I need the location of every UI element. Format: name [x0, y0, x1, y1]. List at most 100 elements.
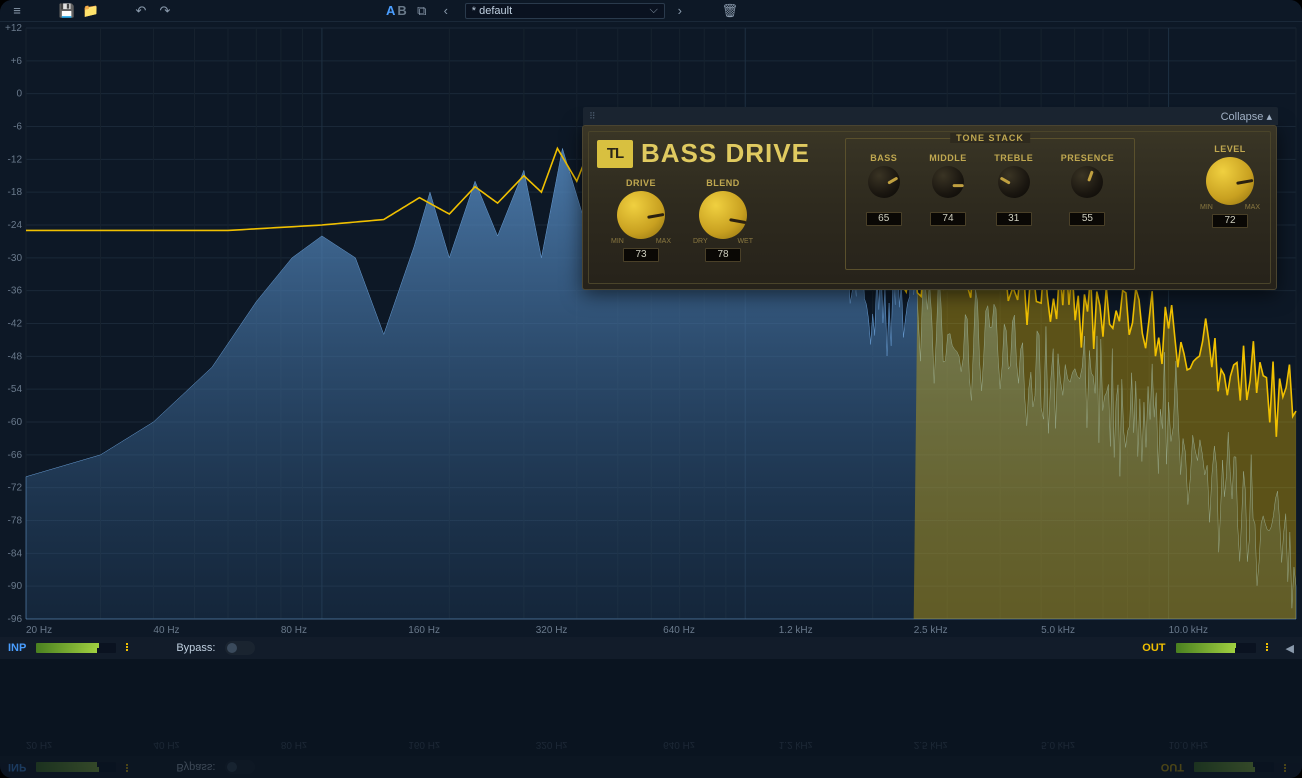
ab-compare[interactable]: A B [386, 3, 407, 18]
plugin-window: ≡ 💾 📁 ↶ ↷ A B ⧉ ‹ * default ⌵ › 🗑 Input … [0, 0, 1302, 778]
level-knob[interactable] [1206, 157, 1254, 205]
svg-text:40 Hz: 40 Hz [153, 739, 179, 750]
prev-preset-icon[interactable]: ‹ [437, 2, 455, 20]
svg-text:-72: -72 [8, 483, 23, 494]
presence-label: PRESENCE [1061, 153, 1115, 163]
drive-control: DRIVE MINMAX 73 [611, 178, 671, 262]
svg-text:640 Hz: 640 Hz [663, 625, 695, 636]
svg-text:-90: -90 [8, 581, 23, 592]
svg-text:5.0 kHz: 5.0 kHz [1041, 625, 1075, 636]
drive-knob[interactable] [617, 191, 665, 239]
bypass-label: Bypass: [176, 642, 215, 654]
chevron-down-icon: ⌵ [649, 4, 657, 17]
meter-bar: INP Bypass: OUT ◀ [0, 637, 1302, 659]
bass-label: BASS [870, 153, 897, 163]
next-preset-icon[interactable]: › [671, 2, 689, 20]
svg-text:320 Hz: 320 Hz [536, 739, 568, 750]
expand-icon[interactable]: ◀ [1286, 642, 1294, 655]
blend-value[interactable]: 78 [705, 248, 741, 262]
menu-icon[interactable]: ≡ [8, 2, 26, 20]
presence-knob[interactable] [1071, 166, 1103, 198]
svg-text:1.2 kHz: 1.2 kHz [779, 739, 813, 750]
save-icon[interactable]: 💾 [58, 2, 76, 20]
blend-label: BLEND [706, 178, 740, 188]
bass-knob[interactable] [868, 166, 900, 198]
middle-control: MIDDLE 74 [929, 153, 967, 226]
svg-text:160 Hz: 160 Hz [408, 739, 440, 750]
inp-meter[interactable] [36, 643, 116, 653]
bass-control: BASS 65 [866, 153, 902, 226]
undo-icon[interactable]: ↶ [132, 2, 150, 20]
inp-meter-ticks [126, 643, 136, 653]
svg-text:10.0 kHz: 10.0 kHz [1169, 625, 1208, 636]
trash-icon[interactable]: 🗑 [721, 2, 739, 20]
svg-text:-66: -66 [8, 450, 23, 461]
brand-badge: TL [597, 140, 633, 168]
treble-label: TREBLE [994, 153, 1033, 163]
svg-text:-78: -78 [8, 516, 23, 527]
copy-icon[interactable]: ⧉ [413, 2, 431, 20]
out-meter-ticks [1266, 643, 1276, 653]
bass-drive-panel[interactable]: ⠿ Collapse ▴ TL BASS DRIVE DRIVE MINMAX … [582, 125, 1277, 290]
level-group: LEVEL MINMAX 72 [1200, 144, 1260, 228]
preset-dropdown[interactable]: * default ⌵ [465, 3, 665, 19]
treble-knob[interactable] [998, 166, 1030, 198]
svg-text:-6: -6 [13, 122, 22, 133]
preset-name: * default [472, 5, 512, 17]
presence-value[interactable]: 55 [1069, 212, 1105, 226]
svg-text:-12: -12 [8, 154, 23, 165]
svg-text:5.0 kHz: 5.0 kHz [1041, 739, 1075, 750]
svg-text:10.0 kHz: 10.0 kHz [1169, 739, 1208, 750]
save-as-icon[interactable]: 📁 [82, 2, 100, 20]
svg-text:-84: -84 [8, 548, 23, 559]
svg-text:-96: -96 [8, 614, 23, 625]
level-control: LEVEL MINMAX 72 [1200, 144, 1260, 228]
out-meter[interactable] [1176, 643, 1256, 653]
panel-title: TL BASS DRIVE [597, 138, 810, 169]
collapse-button[interactable]: Collapse ▴ [1221, 110, 1272, 123]
panel-header[interactable]: ⠿ Collapse ▴ [583, 107, 1278, 125]
treble-value[interactable]: 31 [996, 212, 1032, 226]
bypass-toggle[interactable] [225, 641, 255, 655]
ab-a[interactable]: A [386, 3, 395, 18]
svg-text:80 Hz: 80 Hz [281, 739, 307, 750]
inp-meter-label: INP [8, 642, 26, 654]
svg-text:-60: -60 [8, 417, 23, 428]
svg-text:-24: -24 [8, 220, 23, 231]
svg-text:-30: -30 [8, 253, 23, 264]
svg-text:-42: -42 [8, 319, 23, 330]
svg-text:-18: -18 [8, 187, 23, 198]
blend-range: DRYWET [693, 238, 753, 245]
ab-b[interactable]: B [397, 3, 406, 18]
bass-value[interactable]: 65 [866, 212, 902, 226]
svg-text:640 Hz: 640 Hz [663, 739, 695, 750]
middle-value[interactable]: 74 [930, 212, 966, 226]
svg-text:-36: -36 [8, 286, 23, 297]
level-range: MINMAX [1200, 204, 1260, 211]
svg-text:+6: +6 [11, 56, 23, 67]
plugin-name: BASS DRIVE [641, 138, 810, 169]
svg-text:160 Hz: 160 Hz [408, 625, 440, 636]
tone-stack: TONE STACK BASS 65 MIDDLE 74 TREBLE [845, 138, 1135, 270]
redo-icon[interactable]: ↷ [156, 2, 174, 20]
level-label: LEVEL [1214, 144, 1246, 154]
drive-blend-group: DRIVE MINMAX 73 BLEND DRYWET 78 [611, 178, 753, 262]
svg-text:0: 0 [16, 89, 22, 100]
svg-text:20 Hz: 20 Hz [26, 739, 52, 750]
level-value[interactable]: 72 [1212, 214, 1248, 228]
blend-control: BLEND DRYWET 78 [693, 178, 753, 262]
blend-knob[interactable] [699, 191, 747, 239]
svg-text:40 Hz: 40 Hz [153, 625, 179, 636]
presence-control: PRESENCE 55 [1061, 153, 1115, 226]
treble-control: TREBLE 31 [994, 153, 1033, 226]
svg-text:20 Hz: 20 Hz [26, 625, 52, 636]
middle-label: MIDDLE [929, 153, 967, 163]
drive-value[interactable]: 73 [623, 248, 659, 262]
drive-label: DRIVE [626, 178, 656, 188]
middle-knob[interactable] [932, 166, 964, 198]
drive-range: MINMAX [611, 238, 671, 245]
svg-text:2.5 kHz: 2.5 kHz [914, 739, 948, 750]
svg-text:2.5 kHz: 2.5 kHz [914, 625, 948, 636]
svg-text:1.2 kHz: 1.2 kHz [779, 625, 813, 636]
toolbar: ≡ 💾 📁 ↶ ↷ A B ⧉ ‹ * default ⌵ › 🗑 [0, 0, 1302, 22]
